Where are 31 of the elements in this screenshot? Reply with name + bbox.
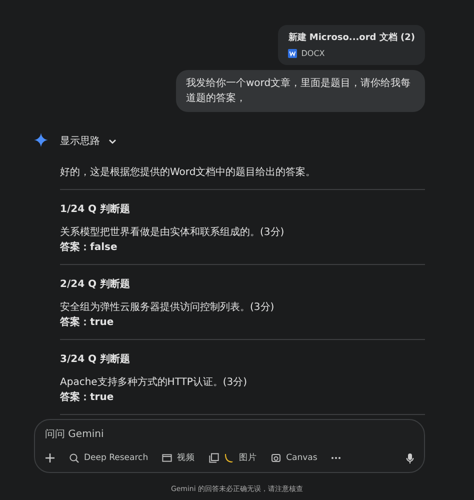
question-text: Apache支持多种方式的HTTP认证。(3分)	[60, 376, 248, 390]
image-icon	[209, 453, 220, 463]
show-thinking-button[interactable]: 显示思路	[60, 134, 117, 148]
question-title: 1/24 Q 判断题	[60, 202, 131, 216]
sparkle-icon	[34, 133, 48, 147]
canvas-icon	[271, 453, 282, 463]
file-attachment[interactable]: 新建 Microso...ord 文档 (2) DOCX	[278, 25, 425, 65]
more-icon[interactable]	[331, 456, 342, 460]
prompt-input[interactable]: 问问 Gemini	[45, 429, 414, 440]
prompt-box[interactable]: 问问 Gemini Deep Research 视频 图片 Canvas	[34, 419, 425, 473]
file-name: 新建 Microso...ord 文档 (2)	[288, 31, 415, 44]
question-text: 安全组为弹性云服务器提供访问控制列表。(3分)	[60, 300, 276, 315]
research-icon	[69, 453, 79, 463]
answer-text: 答案：true	[60, 390, 115, 405]
tool-button[interactable]: 视频	[162, 452, 196, 464]
document-icon	[288, 49, 298, 58]
question-title: 2/24 Q 判断题	[60, 278, 131, 291]
question-title: 3/24 Q 判断题	[60, 352, 131, 366]
video-icon	[162, 453, 172, 463]
plus-icon[interactable]	[45, 453, 55, 463]
question-text: 关系模型把世界看做是由实体和联系组成的。(3分)	[60, 226, 286, 240]
answer-text: 答案：false	[60, 240, 118, 255]
file-type: DOCX	[301, 49, 325, 58]
chevron-icon	[108, 136, 117, 146]
microphone-icon[interactable]	[406, 452, 414, 464]
tool-button[interactable]: Deep Research	[69, 453, 148, 463]
answer-text: 答案：true	[60, 315, 115, 330]
user-message: 我发给你一个word文章，里面是题目，请你给我每道题的答案，	[176, 70, 425, 112]
response-intro: 好的，这是根据您提供的Word文档中的题目给出的答案。	[60, 166, 317, 179]
tool-button[interactable]: 图片	[209, 452, 258, 464]
tool-button[interactable]: Canvas	[271, 453, 318, 463]
